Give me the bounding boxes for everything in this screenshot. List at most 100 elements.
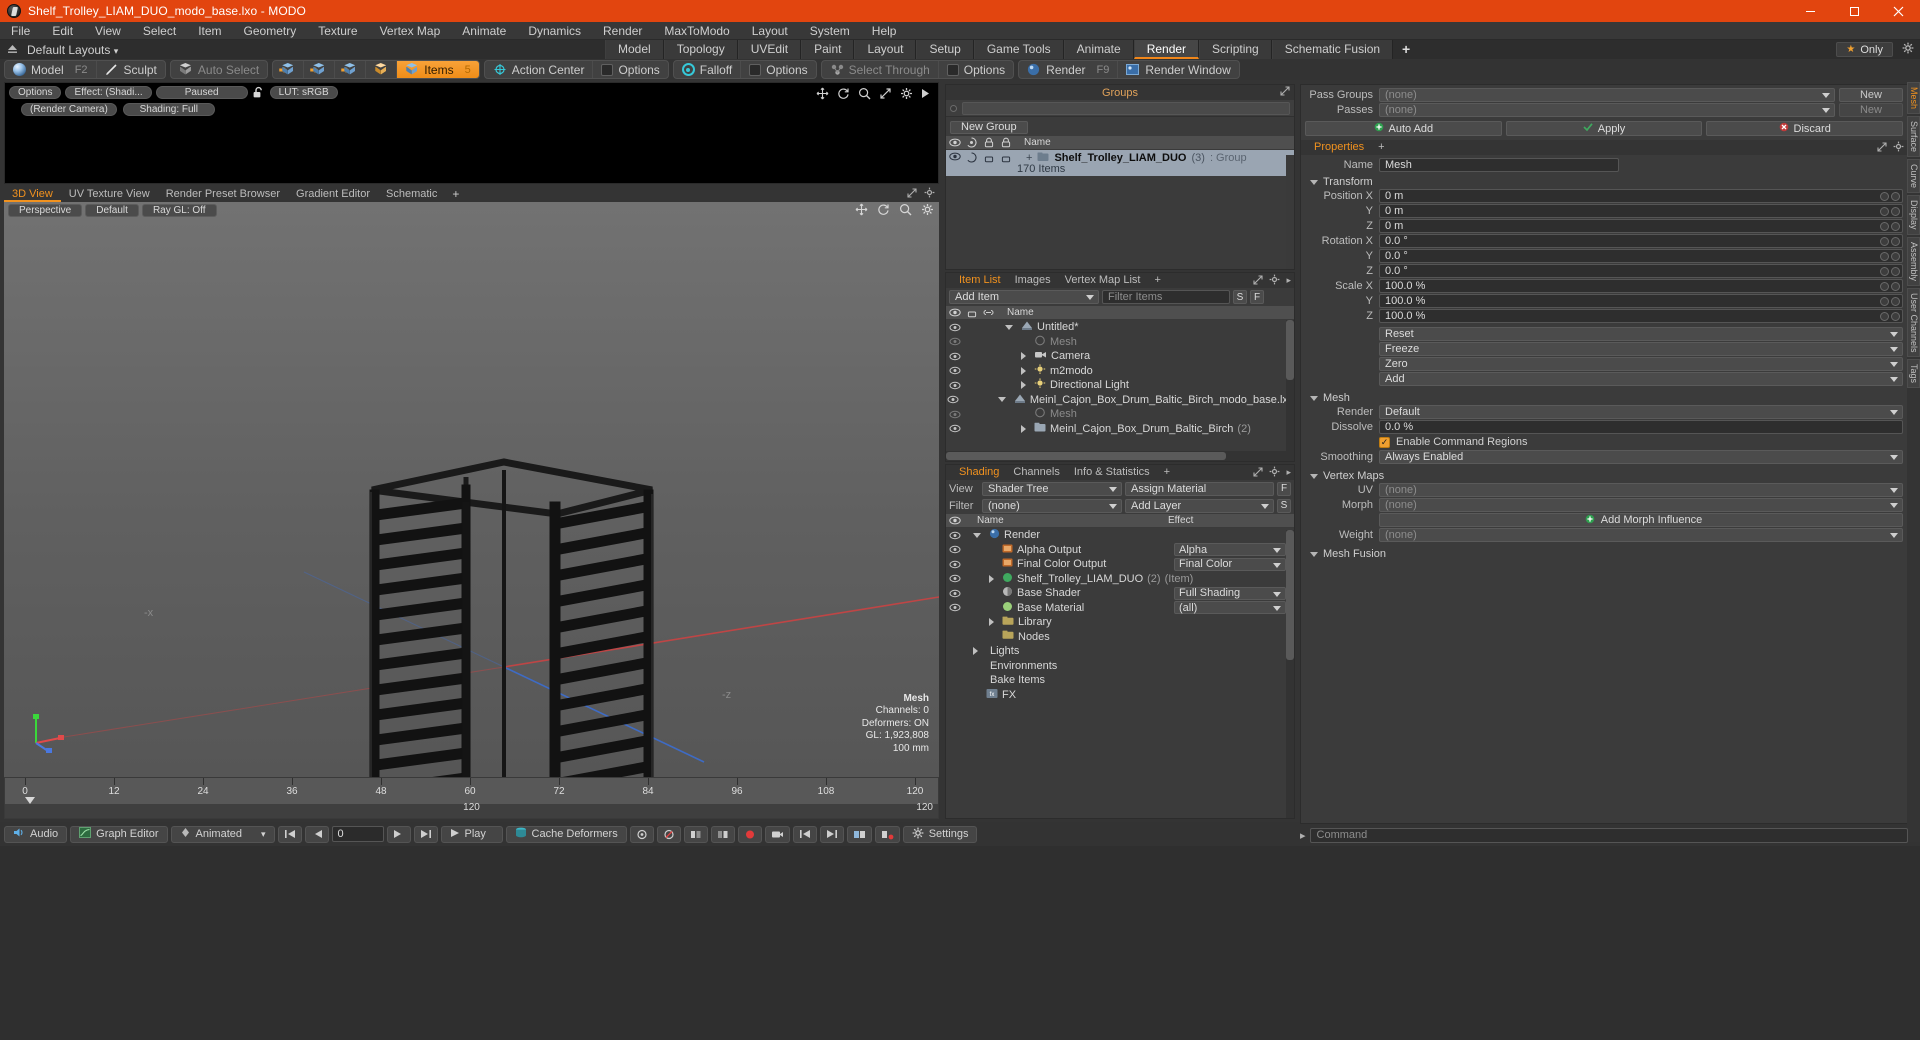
timeline-playhead[interactable] — [25, 797, 35, 804]
menu-item-texture[interactable]: Texture — [307, 22, 368, 40]
chevron-down-icon[interactable]: ▾ — [261, 829, 266, 840]
expander-right-icon[interactable] — [1021, 366, 1026, 375]
filter-s-button[interactable]: S — [1233, 290, 1247, 304]
layout-tab-model[interactable]: Model — [605, 40, 664, 59]
transform-field-input[interactable]: 0 m — [1379, 189, 1903, 203]
eye-icon[interactable] — [946, 138, 963, 147]
assign-f-button[interactable]: F — [1277, 481, 1291, 496]
channel-dot-icon[interactable] — [1880, 191, 1889, 201]
morph-dropdown[interactable]: (none) — [1379, 498, 1903, 512]
chevron-right-icon[interactable]: ▸ — [1286, 467, 1291, 478]
render-options-button[interactable]: Options — [9, 86, 62, 99]
shading-effect-dropdown[interactable]: Alpha — [1174, 543, 1286, 557]
shading-row[interactable]: Library — [946, 615, 1294, 630]
maximize-panel-icon[interactable] — [1877, 141, 1887, 155]
shading-filter-dropdown[interactable]: (none) — [982, 498, 1122, 513]
gear-icon[interactable] — [1893, 141, 1904, 155]
shading-effect-dropdown[interactable]: Final Color — [1174, 557, 1286, 571]
key-dot-icon[interactable] — [1891, 311, 1900, 321]
tab-properties[interactable]: Properties — [1307, 140, 1371, 155]
maximize-panel-icon[interactable] — [1253, 466, 1264, 480]
tab-vertex-map-list[interactable]: Vertex Map List — [1058, 273, 1148, 288]
channel-dot-icon[interactable] — [1880, 206, 1889, 216]
toolbar-button-render[interactable]: Render F9 — [1019, 61, 1119, 78]
add-layer-dropdown[interactable]: Add Layer — [1125, 498, 1274, 513]
row-eye-icon[interactable] — [946, 410, 963, 419]
lock-icon[interactable] — [980, 137, 997, 148]
zoom-icon[interactable] — [899, 203, 912, 219]
mesh-section-header[interactable]: Mesh — [1305, 391, 1903, 405]
render-status-button[interactable]: Paused — [155, 86, 248, 99]
maximize-button[interactable] — [1832, 0, 1876, 22]
gear-icon[interactable] — [921, 203, 934, 219]
camera-button[interactable] — [764, 825, 790, 843]
frame-number-input[interactable]: 0 — [331, 826, 384, 842]
expander-right-icon[interactable] — [1021, 381, 1026, 390]
layout-tab-uvedit[interactable]: UVEdit — [737, 40, 802, 59]
viewport-tab-uv-texture-view[interactable]: UV Texture View — [61, 186, 158, 202]
expander-right-icon[interactable] — [973, 647, 978, 656]
layout-tab-animate[interactable]: Animate — [1063, 40, 1134, 59]
row-eye-icon[interactable] — [946, 150, 963, 161]
uv-dropdown[interactable]: (none) — [1379, 483, 1903, 497]
key-dot-icon[interactable] — [1891, 236, 1900, 246]
item-list-row[interactable]: m2modo — [946, 364, 1294, 379]
transform-field-input[interactable]: 100.0 % — [1379, 309, 1903, 323]
rotate-icon[interactable] — [837, 87, 850, 100]
expander-right-icon[interactable] — [1021, 352, 1026, 361]
transform-field-input[interactable]: 0 m — [1379, 204, 1903, 218]
layout-tab-setup[interactable]: Setup — [916, 40, 974, 59]
toolbar-button-render-window[interactable]: Render Window — [1118, 61, 1238, 78]
add-layer-s-button[interactable]: S — [1277, 498, 1291, 513]
key-dot-icon[interactable] — [1891, 266, 1900, 276]
channel-dot-icon[interactable] — [1880, 311, 1889, 321]
item-list-scrollbar-h[interactable] — [946, 451, 1294, 461]
row-eye-icon[interactable] — [946, 381, 963, 390]
key-dot-icon[interactable] — [1891, 191, 1900, 201]
row-eye-icon[interactable] — [946, 531, 963, 540]
shading-row[interactable]: Base Material (all) — [946, 601, 1294, 616]
toolbar-button-options[interactable]: Options — [741, 61, 815, 78]
item-list-row[interactable]: Meinl_Cajon_Box_Drum_Baltic_Birch (2) — [946, 422, 1294, 437]
layout-tab-scripting[interactable]: Scripting — [1199, 40, 1272, 59]
play-small-icon[interactable] — [921, 88, 930, 99]
assign-material-button[interactable]: Assign Material — [1125, 481, 1274, 496]
eye-icon[interactable] — [946, 308, 963, 317]
transform-field-input[interactable]: 0.0 ° — [1379, 264, 1903, 278]
row-eye-icon[interactable] — [946, 545, 963, 554]
viewport-raygl-button[interactable]: Ray GL: Off — [141, 204, 217, 217]
toolbar-button-select-through[interactable]: Select Through — [822, 61, 939, 78]
row-shade-icon[interactable] — [997, 150, 1014, 163]
no-key-button[interactable] — [656, 825, 681, 843]
channel-dot-icon[interactable] — [1880, 236, 1889, 246]
maximize-panel-icon[interactable] — [1253, 274, 1264, 288]
expander-down-icon[interactable] — [973, 532, 981, 538]
expander-right-icon[interactable] — [1021, 424, 1026, 433]
transform-zero-button[interactable]: Zero — [1379, 357, 1903, 371]
step-back-button[interactable] — [304, 825, 329, 843]
last-key-button[interactable] — [819, 825, 844, 843]
apply-button[interactable]: Apply — [1505, 121, 1703, 136]
skip-end-button[interactable] — [413, 825, 438, 843]
shading-row[interactable]: Final Color Output Final Color — [946, 557, 1294, 572]
discard-button[interactable]: Discard — [1706, 121, 1904, 136]
key-dot-icon[interactable] — [1891, 251, 1900, 261]
mesh-dissolve-input[interactable]: 0.0 % — [1379, 420, 1903, 434]
skip-start-button[interactable] — [277, 825, 302, 843]
audio-button[interactable]: Audio — [4, 825, 68, 843]
viewport-tab-gradient-editor[interactable]: Gradient Editor — [288, 186, 378, 202]
filter-items-input[interactable]: Filter Items — [1102, 290, 1230, 304]
unlink-button[interactable] — [874, 825, 900, 843]
fit-icon[interactable] — [879, 87, 892, 100]
shading-row[interactable]: Bake Items — [946, 673, 1294, 688]
layout-tab-topology[interactable]: Topology — [663, 40, 738, 59]
vertical-tab-tags[interactable]: Tags — [1907, 359, 1920, 389]
item-list-row[interactable]: Mesh — [946, 407, 1294, 422]
shading-row[interactable]: Nodes — [946, 630, 1294, 645]
shading-row[interactable]: fx FX — [946, 688, 1294, 703]
link-icon[interactable] — [980, 307, 997, 318]
vertical-tab-mesh[interactable]: Mesh — [1907, 82, 1920, 115]
toolbar-button-action-center[interactable]: Action Center — [485, 61, 594, 78]
new-group-button[interactable]: New Group — [950, 120, 1028, 134]
tab-info-statistics[interactable]: Info & Statistics — [1067, 465, 1157, 480]
